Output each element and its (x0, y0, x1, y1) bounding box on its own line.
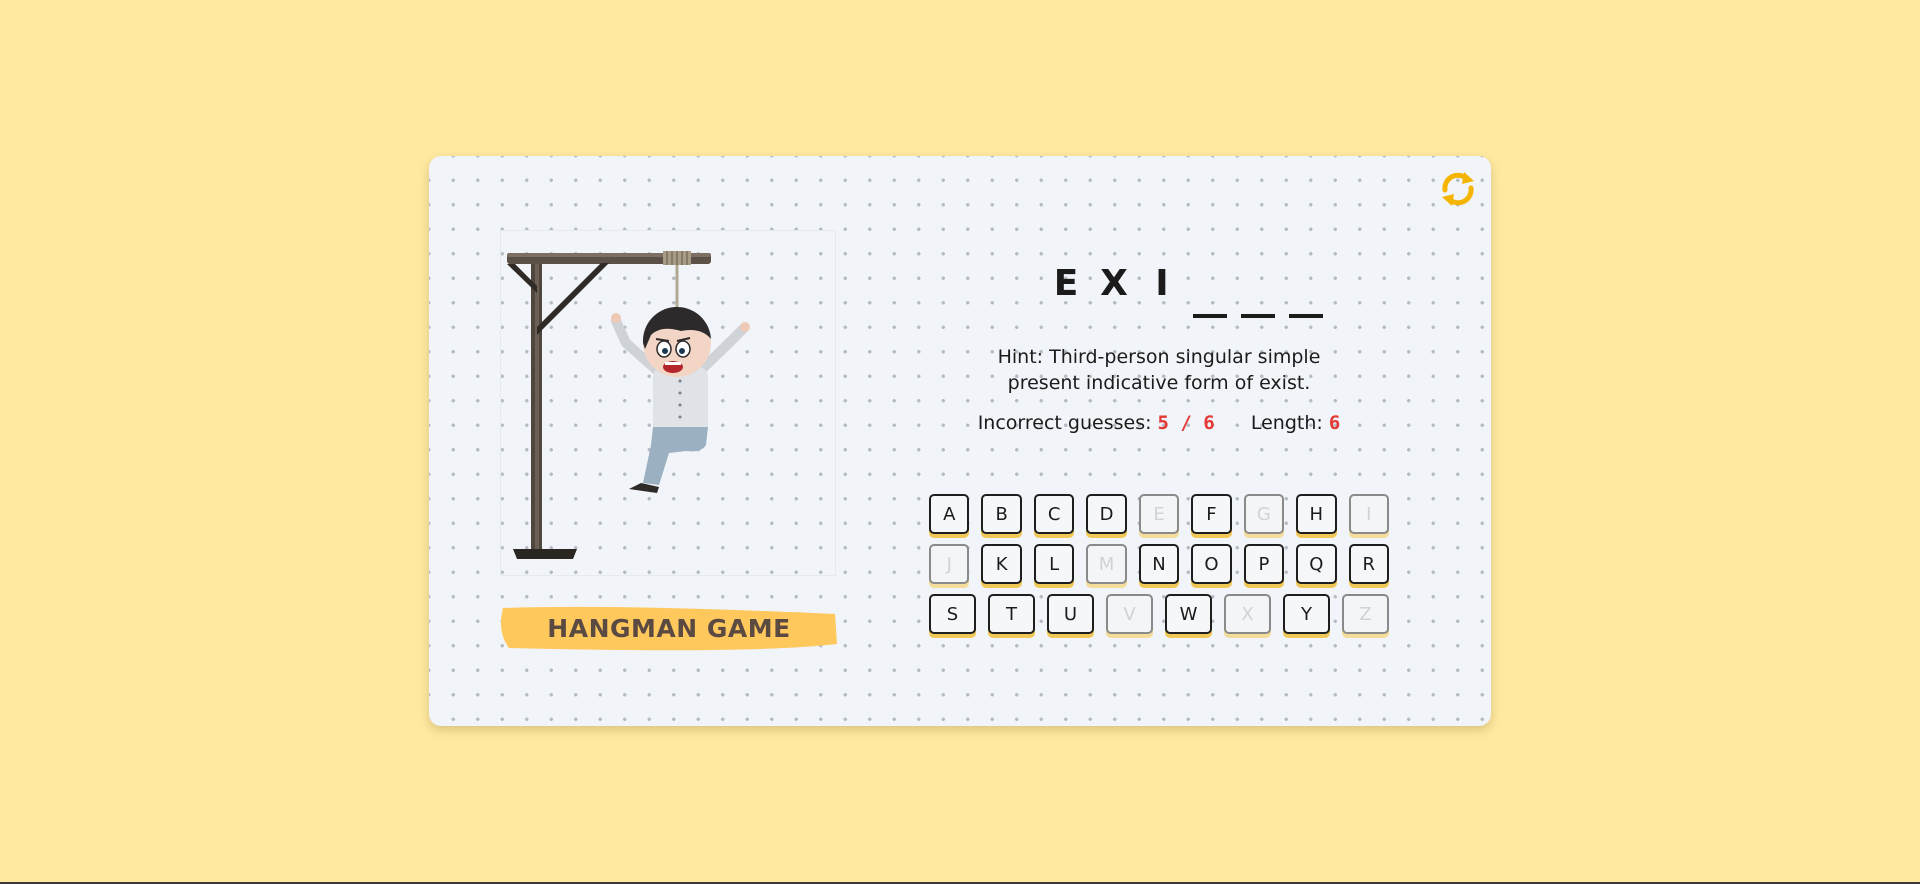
length-value: 6 (1328, 412, 1341, 434)
letter-key-k[interactable]: K (981, 544, 1022, 584)
letter-key-d[interactable]: D (1086, 494, 1127, 534)
word-letter-slot: X (1097, 260, 1131, 320)
letter-key-o[interactable]: O (1191, 544, 1232, 584)
game-title-banner: HANGMAN GAME (499, 604, 839, 654)
game-stats: Incorrect guesses: 5 / 6 Length: 6 (959, 412, 1359, 434)
gallows-illustration (507, 251, 750, 559)
word-letter: X (1100, 263, 1128, 304)
word-letter-slot: E (1049, 260, 1083, 320)
word-letter: E (1053, 263, 1079, 304)
word-letter-slot (1289, 260, 1323, 320)
letter-key-c[interactable]: C (1033, 494, 1075, 534)
refresh-icon[interactable] (1437, 168, 1479, 210)
word-letter-slot (1193, 260, 1227, 320)
length-label: Length: (1250, 412, 1323, 434)
keyboard-row: JKLMNOPQR (929, 544, 1389, 584)
hint-text: Hint: Third-person singular simple prese… (997, 346, 1321, 394)
letter-key-p[interactable]: P (1243, 544, 1285, 584)
letter-key-f[interactable]: F (1191, 494, 1232, 534)
letter-key-m: M (1086, 544, 1127, 584)
letter-key-z: Z (1342, 594, 1389, 634)
word-letter-slot (1241, 260, 1275, 320)
keyboard-row: ABCDEFGHI (929, 494, 1389, 534)
letter-key-u[interactable]: U (1047, 594, 1094, 634)
letter-key-i: I (1348, 494, 1389, 534)
letter-key-r[interactable]: R (1348, 544, 1389, 584)
letter-key-s[interactable]: S (929, 594, 976, 634)
keyboard-row: STUVWXYZ (929, 594, 1389, 634)
word-letter-slot: I (1145, 260, 1179, 320)
incorrect-guesses-value: 5 / 6 (1157, 412, 1215, 434)
letter-key-y[interactable]: Y (1283, 594, 1330, 634)
letter-key-j: J (929, 544, 970, 584)
word-letter: I (1155, 263, 1169, 304)
letter-key-w[interactable]: W (1165, 594, 1212, 634)
hangman-drawing (500, 230, 836, 576)
letter-key-l[interactable]: L (1033, 544, 1075, 584)
letter-key-b[interactable]: B (981, 494, 1022, 534)
letter-key-e: E (1138, 494, 1180, 534)
game-title: HANGMAN GAME (547, 614, 791, 643)
letter-key-h[interactable]: H (1296, 494, 1337, 534)
letter-key-v: V (1106, 594, 1153, 634)
incorrect-guesses-label: Incorrect guesses: (977, 412, 1152, 434)
letter-key-a[interactable]: A (929, 494, 970, 534)
letter-key-x: X (1224, 594, 1271, 634)
letter-key-g: G (1243, 494, 1285, 534)
letter-key-q[interactable]: Q (1296, 544, 1337, 584)
word-display: EXI (1049, 250, 1323, 320)
letter-keyboard: ABCDEFGHI JKLMNOPQR STUVWXYZ (929, 494, 1389, 644)
letter-key-t[interactable]: T (988, 594, 1035, 634)
game-card: HANGMAN GAME EXI Hint: Third-person sing… (429, 156, 1491, 726)
letter-key-n[interactable]: N (1138, 544, 1180, 584)
